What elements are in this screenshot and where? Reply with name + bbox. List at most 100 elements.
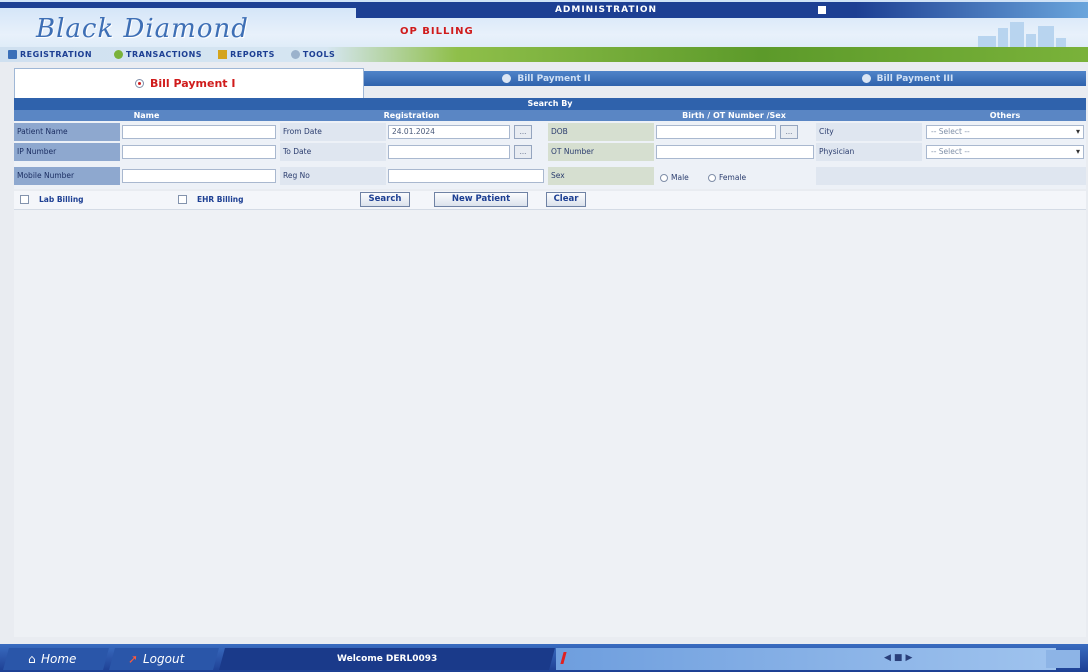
col-registration: Registration [383, 111, 440, 120]
app-logo: Black Diamond [36, 14, 249, 44]
tab-bill-payment-1[interactable]: Bill Payment I [14, 68, 364, 98]
search-button[interactable]: Search [360, 192, 410, 207]
square-icon [818, 6, 826, 14]
search-by-header: Search By [14, 98, 1086, 110]
radio-icon [660, 173, 668, 182]
menu-label: REGISTRATION [20, 50, 93, 59]
label-ip-number: IP Number [14, 143, 120, 161]
registration-icon [8, 50, 17, 59]
city-select-value: -- Select -- [931, 127, 970, 136]
radio-selected-icon [135, 79, 144, 88]
page-title: OP BILLING [400, 26, 474, 37]
chevron-down-icon: ▾ [1075, 127, 1080, 136]
ip-number-field[interactable] [122, 145, 276, 159]
prev-icon[interactable]: ◀ [884, 653, 891, 663]
label-ot-number: OT Number [548, 143, 654, 161]
sex-option-label: Male [671, 173, 689, 182]
menu-label: REPORTS [230, 50, 275, 59]
menu-label: TOOLS [302, 50, 336, 59]
search-form: Patient Name From Date 24.01.2024 ... DO… [14, 121, 1086, 189]
city-select[interactable]: -- Select -- ▾ [926, 125, 1084, 139]
welcome-text: Welcome DERL0093 [336, 654, 438, 664]
checkbox-icon [20, 195, 29, 204]
label-reg-no: Reg No [280, 167, 386, 185]
search-column-headers: Name Registration Birth / OT Number /Sex… [14, 110, 1086, 121]
label-dob: DOB [548, 123, 654, 141]
pager: ◀ ■ ▶ [884, 653, 912, 663]
new-patient-button[interactable]: New Patient [434, 192, 528, 207]
menu-reports[interactable]: REPORTS [210, 47, 283, 62]
reports-icon [218, 50, 228, 59]
sex-female-option[interactable]: Female [708, 173, 746, 182]
label-from-date: From Date [280, 123, 386, 141]
tray-icon [1046, 650, 1080, 668]
administration-label: ADMINISTRATION [554, 5, 658, 15]
ot-number-field[interactable] [656, 145, 814, 159]
header-strip-right [856, 2, 1088, 18]
calendar-icon[interactable]: ... [514, 125, 532, 139]
checkbox-label: Lab Billing [39, 195, 84, 204]
radio-icon [861, 74, 871, 83]
physician-select-value: -- Select -- [931, 147, 970, 156]
col-others: Others [989, 111, 1021, 120]
menu-label: TRANSACTIONS [126, 50, 203, 59]
checkbox-icon [178, 195, 187, 204]
skyline-icon [978, 18, 1068, 48]
calendar-icon[interactable]: ... [780, 125, 798, 139]
label-to-date: To Date [280, 143, 386, 161]
home-button[interactable]: ⌂ Home [3, 648, 109, 670]
bill-payment-tabs: Bill Payment I Bill Payment II Bill Paym… [14, 68, 1086, 98]
administration-bar[interactable]: ADMINISTRATION [356, 2, 856, 18]
page-icon: ■ [893, 653, 903, 663]
sex-option-label: Female [719, 173, 747, 182]
label-patient-name: Patient Name [14, 123, 120, 141]
tab-bill-payment-3[interactable]: Bill Payment III [729, 71, 1086, 86]
reg-no-field[interactable] [388, 169, 544, 183]
radio-icon [708, 173, 716, 182]
dob-field[interactable] [656, 125, 776, 139]
tab-label: Bill Payment III [876, 73, 954, 84]
label-physician: Physician [816, 143, 922, 161]
label-city: City [816, 123, 922, 141]
action-row: Lab Billing EHR Billing Search New Patie… [14, 191, 1086, 209]
logout-icon: ➚ [128, 652, 139, 666]
col-name: Name [133, 111, 160, 120]
chevron-down-icon: ▾ [1075, 147, 1080, 156]
empty-cell [816, 167, 1086, 185]
menu-tools[interactable]: TOOLS [283, 47, 343, 62]
results-area [14, 209, 1086, 637]
tab-bill-payment-2[interactable]: Bill Payment II [364, 71, 729, 86]
calendar-icon[interactable]: ... [514, 145, 532, 159]
lab-billing-checkbox[interactable]: Lab Billing [20, 195, 84, 204]
tab-label: Bill Payment I [150, 77, 236, 90]
label-sex: Sex [548, 167, 654, 185]
tools-icon [290, 50, 300, 59]
welcome-banner: Welcome DERL0093 [219, 648, 555, 670]
logout-button[interactable]: ➚ Logout [109, 648, 219, 670]
header-strip [0, 2, 356, 8]
col-birth: Birth / OT Number /Sex [682, 111, 786, 120]
sex-male-option[interactable]: Male [660, 173, 689, 182]
patient-name-field[interactable] [122, 125, 276, 139]
physician-select[interactable]: -- Select -- ▾ [926, 145, 1084, 159]
menu-transactions[interactable]: TRANSACTIONS [106, 47, 210, 62]
tab-label: Bill Payment II [517, 73, 591, 84]
to-date-field[interactable] [388, 145, 510, 159]
menu-registration[interactable]: REGISTRATION [0, 47, 100, 62]
radio-icon [502, 74, 512, 83]
label-mobile-number: Mobile Number [14, 167, 120, 185]
home-icon: ⌂ [28, 652, 36, 666]
next-icon[interactable]: ▶ [905, 653, 912, 663]
clear-button[interactable]: Clear [546, 192, 586, 207]
app-window: Black Diamond ADMINISTRATION OP BILLING … [0, 0, 1088, 672]
logout-label: Logout [143, 652, 185, 666]
home-label: Home [40, 652, 77, 666]
ehr-billing-checkbox[interactable]: EHR Billing [178, 195, 244, 204]
checkbox-label: EHR Billing [197, 195, 244, 204]
mobile-number-field[interactable] [122, 169, 276, 183]
taskbar: ⌂ Home ➚ Logout Welcome DERL0093 ◀ ■ ▶ [0, 644, 1088, 672]
from-date-field[interactable]: 24.01.2024 [388, 125, 510, 139]
taskbar-strip [556, 648, 1056, 670]
main-menu: REGISTRATION TRANSACTIONS REPORTS TOOLS [0, 47, 1088, 62]
transactions-icon [114, 50, 124, 59]
